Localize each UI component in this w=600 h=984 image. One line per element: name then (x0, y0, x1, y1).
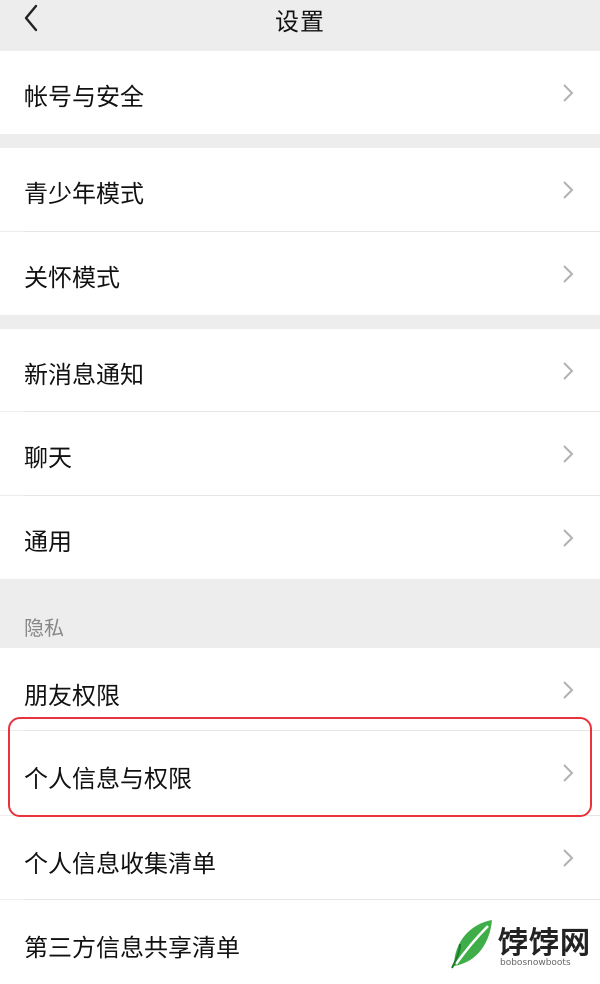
settings-item-new-message-notification[interactable]: 新消息通知 (0, 329, 600, 411)
watermark-text: 饽饽网 (498, 926, 591, 961)
settings-item-label: 新消息通知 (24, 361, 144, 389)
settings-item-account-security[interactable]: 帐号与安全 (0, 51, 600, 134)
settings-item-label: 通用 (24, 528, 72, 556)
watermark-url: bobosnowboots (500, 958, 571, 968)
page-title: 设置 (275, 8, 325, 36)
settings-item-label: 关怀模式 (24, 264, 120, 292)
highlight-annotation (8, 717, 592, 817)
settings-item-personal-info-collection-list[interactable]: 个人信息收集清单 (0, 816, 600, 899)
chevron-right-icon (563, 849, 574, 867)
settings-item-label: 第三方信息共享清单 (24, 934, 240, 962)
settings-item-teen-mode[interactable]: 青少年模式 (0, 148, 600, 231)
settings-item-label: 个人信息收集清单 (24, 850, 216, 878)
settings-item-chat[interactable]: 聊天 (0, 412, 600, 495)
leaf-logo-icon (451, 920, 492, 969)
chevron-right-icon (563, 181, 574, 199)
settings-item-general[interactable]: 通用 (0, 496, 600, 579)
settings-item-label: 聊天 (24, 444, 72, 472)
settings-item-label: 青少年模式 (24, 180, 144, 208)
nav-bar: 设置 (0, 0, 600, 50)
chevron-right-icon (563, 445, 574, 463)
chevron-right-icon (563, 265, 574, 283)
chevron-right-icon (563, 529, 574, 547)
chevron-right-icon (563, 84, 574, 102)
settings-item-care-mode[interactable]: 关怀模式 (0, 232, 600, 315)
section-label-privacy: 隐私 (24, 616, 64, 640)
settings-item-label: 朋友权限 (24, 682, 120, 710)
chevron-right-icon (563, 681, 574, 699)
chevron-right-icon (563, 362, 574, 380)
settings-item-label: 帐号与安全 (24, 83, 144, 111)
watermark: 饽饽网 bobosnowboots (448, 914, 594, 978)
